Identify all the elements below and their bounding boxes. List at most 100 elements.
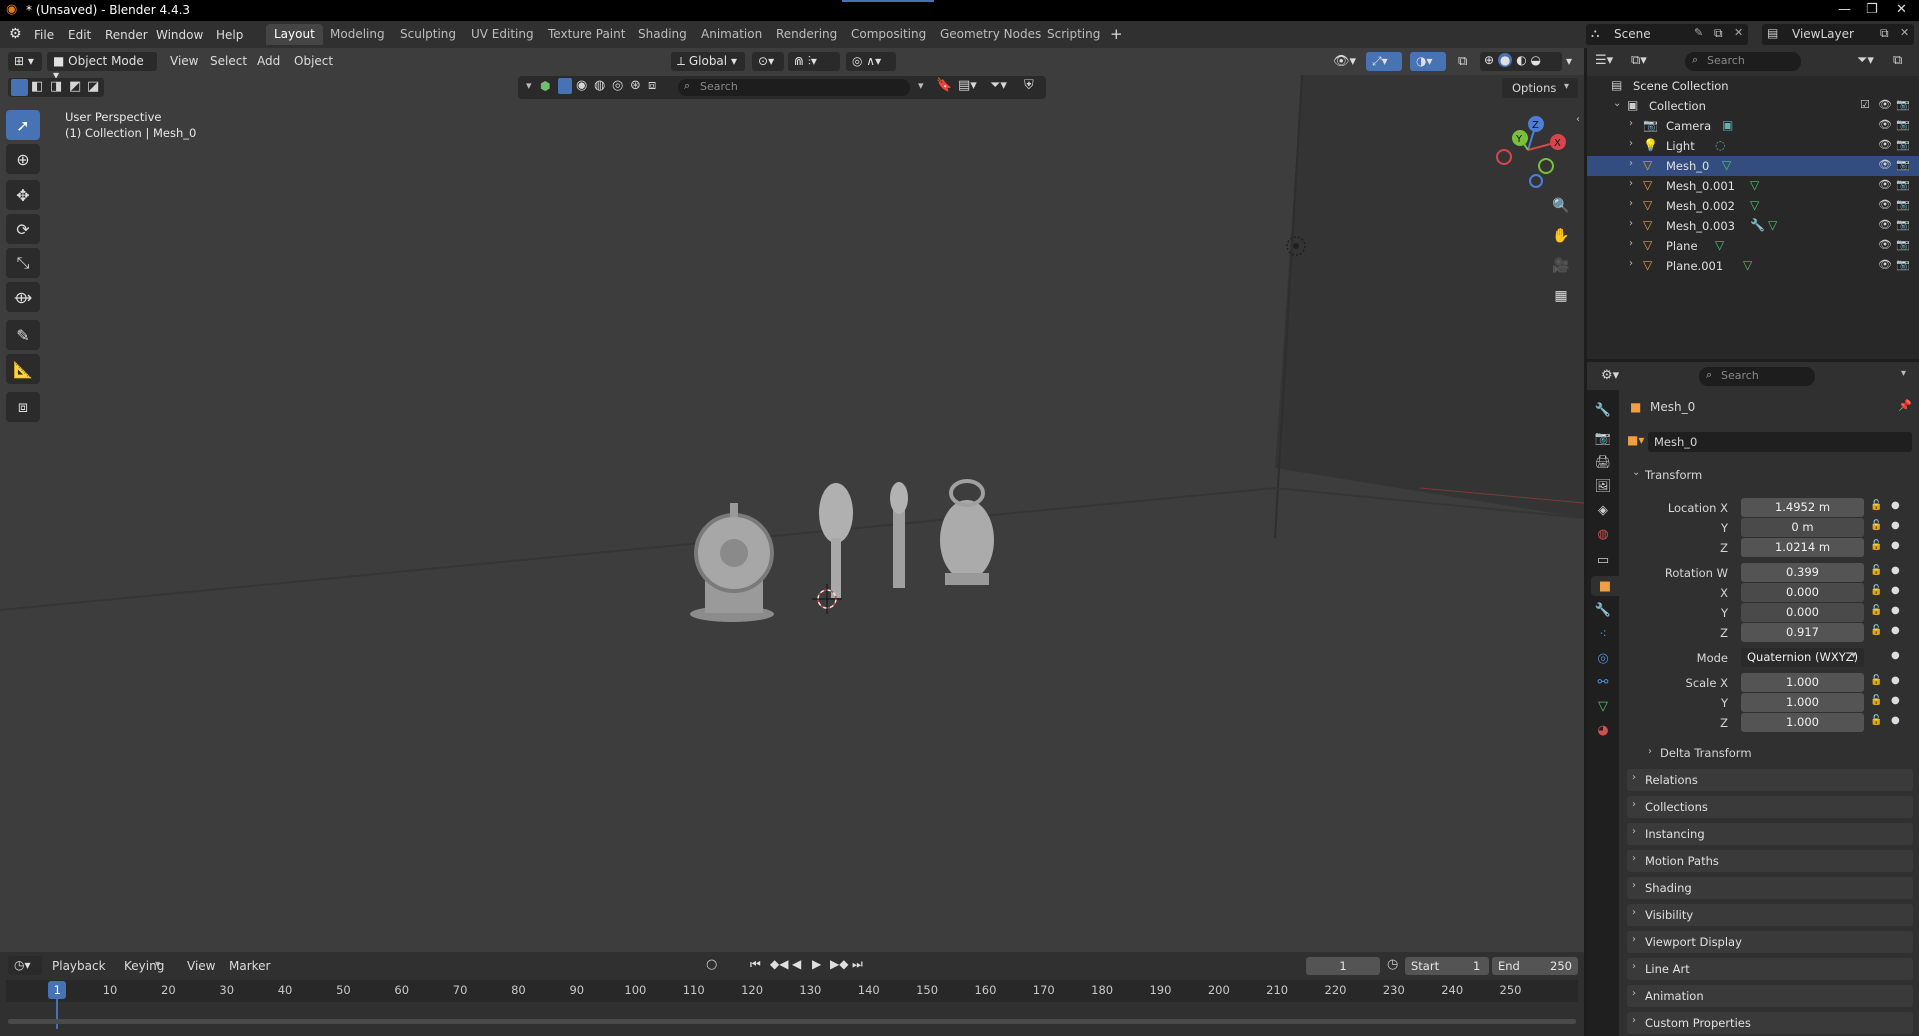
pivot-point-button[interactable]: ⊙▾	[752, 52, 784, 71]
visibility-eye-icon[interactable]: 👁	[1878, 238, 1892, 251]
lock-icon[interactable]: 🔓	[1870, 585, 1882, 596]
start-frame-field[interactable]: Start 1	[1405, 957, 1489, 975]
world-tab-icon[interactable]: ◍	[1593, 524, 1613, 544]
filter-funnel-icon[interactable]: ⏷▾	[990, 78, 1007, 93]
menu-window[interactable]: Window	[156, 28, 203, 42]
filter-material-icon[interactable]: ◍	[594, 78, 605, 93]
new-view-layer-icon[interactable]: ⧉	[1880, 26, 1889, 41]
visibility-eye-icon[interactable]: 👁	[1878, 118, 1892, 131]
visibility-eye-icon[interactable]: 👁	[1878, 138, 1892, 151]
select-box-tool[interactable]: ➚	[6, 110, 40, 140]
timeline-scrollbar[interactable]	[8, 1019, 1576, 1024]
collection-tab-icon[interactable]: ▭	[1593, 550, 1613, 570]
prev-keyframe-icon[interactable]: ◆◀	[770, 957, 788, 971]
display-mode-icon[interactable]: ⧉▾	[1631, 53, 1647, 68]
options-dropdown[interactable]: Options ▾	[1502, 78, 1578, 98]
camera-view-button[interactable]: 🎥	[1548, 253, 1574, 279]
chevron-right-icon[interactable]: ›	[1629, 198, 1633, 209]
keyframe-dot-icon[interactable]: ●	[1891, 500, 1900, 511]
editor-type-button[interactable]: ⊞ ▾	[8, 52, 42, 71]
next-keyframe-icon[interactable]: ▶◆	[830, 957, 848, 971]
light-data-icon[interactable]: ◌	[1715, 138, 1725, 152]
visibility-eye-icon[interactable]: 👁	[1878, 158, 1892, 171]
3d-viewport[interactable]: ⊞ ▾ ■ Object Mode ▾ View Select Add Obje…	[0, 48, 1584, 952]
keyframe-dot-icon[interactable]: ●	[1891, 605, 1900, 616]
rotation-y-field[interactable]: 0.000	[1741, 603, 1864, 622]
panel-shading[interactable]: › Shading	[1627, 877, 1913, 899]
constraints-tab-icon[interactable]: ⚯	[1593, 672, 1613, 692]
mesh-data-icon[interactable]: ▽	[1768, 218, 1777, 232]
panel-viewport-display[interactable]: › Viewport Display	[1627, 931, 1913, 953]
panel-animation[interactable]: › Animation	[1627, 985, 1913, 1007]
object-name-field[interactable]: Mesh_0	[1648, 432, 1912, 452]
tab-geometry-nodes[interactable]: Geometry Nodes	[932, 24, 1049, 45]
viewport-search-input[interactable]: ⌕ Search	[678, 79, 910, 96]
filter-object-icon[interactable]	[558, 78, 572, 94]
outliner-item-plane[interactable]: › ▽ Plane ▽ 👁 📷	[1587, 236, 1919, 256]
timeline-editor-type-button[interactable]: ◷▾	[8, 956, 42, 975]
filter-node-icon[interactable]: ⧈	[648, 78, 656, 93]
visibility-eye-icon[interactable]: 👁	[1878, 258, 1892, 271]
properties-options-chevron-icon[interactable]: ▾	[1901, 368, 1906, 379]
material-tab-icon[interactable]: ◕	[1593, 720, 1613, 740]
panel-motion-paths[interactable]: › Motion Paths	[1627, 850, 1913, 872]
object-tab-icon[interactable]: ■	[1591, 576, 1619, 596]
select-new-icon[interactable]	[11, 79, 28, 96]
navigation-gizmo[interactable]: Z X Y	[1490, 108, 1570, 188]
keyframe-dot-icon[interactable]: ●	[1891, 675, 1900, 686]
solid-shading-icon[interactable]: ●	[1497, 53, 1513, 67]
lock-icon[interactable]: 🔓	[1870, 520, 1882, 531]
sidebar-toggle-icon[interactable]: ‹	[1576, 114, 1580, 125]
end-frame-field[interactable]: End 250	[1492, 957, 1578, 975]
render-camera-icon[interactable]: 📷	[1896, 238, 1910, 251]
menu-keying[interactable]: Keying	[124, 959, 164, 973]
render-tab-icon[interactable]: 📷	[1593, 428, 1613, 448]
lock-icon[interactable]: 🔓	[1870, 675, 1882, 686]
lock-icon[interactable]: 🔓	[1870, 500, 1882, 511]
restore-icon[interactable]: ❐	[1866, 2, 1878, 17]
visibility-eye-icon[interactable]: 👁	[1878, 178, 1892, 191]
select-invert-icon[interactable]: ◩	[69, 79, 81, 94]
new-collection-icon[interactable]: ⧉	[1893, 53, 1902, 68]
view-layer-tab-icon[interactable]: 🖼	[1593, 476, 1613, 496]
exclude-checkbox[interactable]: ☑	[1860, 98, 1870, 111]
rotate-tool[interactable]: ⟳	[6, 214, 40, 244]
play-icon[interactable]: ▶	[812, 957, 821, 971]
xray-toggle-icon[interactable]: ⧉	[1458, 54, 1467, 69]
render-camera-icon[interactable]: 📷	[1896, 158, 1910, 171]
panel-instancing[interactable]: › Instancing	[1627, 823, 1913, 845]
minimize-icon[interactable]: —	[1838, 2, 1851, 17]
filter-funnel-icon[interactable]: ⏷▾	[1857, 53, 1874, 68]
mesh-data-icon[interactable]: ▽	[1715, 238, 1724, 252]
tab-sculpting[interactable]: Sculpting	[392, 24, 464, 45]
chevron-right-icon[interactable]: ›	[1629, 238, 1633, 249]
panel-visibility[interactable]: › Visibility	[1627, 904, 1913, 926]
chevron-down-icon[interactable]: ▾	[526, 79, 532, 92]
view-layer-selector[interactable]: ▤ ViewLayer ⧉ ✕	[1762, 24, 1914, 45]
move-tool[interactable]: ✥	[6, 180, 40, 210]
properties-search-input[interactable]: ⌕ Search	[1699, 367, 1815, 386]
render-camera-icon[interactable]: 📷	[1896, 98, 1910, 111]
outliner-editor-icon[interactable]: ☰▾	[1595, 53, 1613, 68]
chevron-down-icon[interactable]: ⌄	[1613, 98, 1621, 109]
location-x-field[interactable]: 1.4952 m	[1741, 498, 1864, 517]
tab-animation[interactable]: Animation	[693, 24, 770, 45]
properties-editor-icon[interactable]: ⚙▾	[1601, 368, 1619, 383]
scene-selector[interactable]: ⛬ Scene ✎ ⧉ ✕	[1586, 24, 1748, 45]
mesh-data-icon[interactable]: ▽	[1750, 178, 1759, 192]
scale-tool[interactable]: ⤡	[6, 248, 40, 278]
chevron-right-icon[interactable]: ›	[1629, 118, 1633, 129]
rotation-w-field[interactable]: 0.399	[1741, 563, 1864, 582]
bookmark-icon[interactable]: 🔖	[936, 78, 952, 93]
tab-shading[interactable]: Shading	[630, 24, 695, 45]
menu-help[interactable]: Help	[216, 28, 243, 42]
add-workspace-button[interactable]: +	[1110, 25, 1123, 43]
menu-file[interactable]: File	[34, 28, 54, 42]
data-tab-icon[interactable]: ▽	[1593, 696, 1613, 716]
render-camera-icon[interactable]: 📷	[1896, 198, 1910, 211]
mesh-data-icon[interactable]: ▽	[1750, 198, 1759, 212]
keyframe-dot-icon[interactable]: ●	[1891, 585, 1900, 596]
rotation-x-field[interactable]: 0.000	[1741, 583, 1864, 602]
outliner-item-mesh-0-002[interactable]: › ▽ Mesh_0.002 ▽ 👁 📷	[1587, 196, 1919, 216]
outliner-item-mesh-0-001[interactable]: › ▽ Mesh_0.001 ▽ 👁 📷	[1587, 176, 1919, 196]
